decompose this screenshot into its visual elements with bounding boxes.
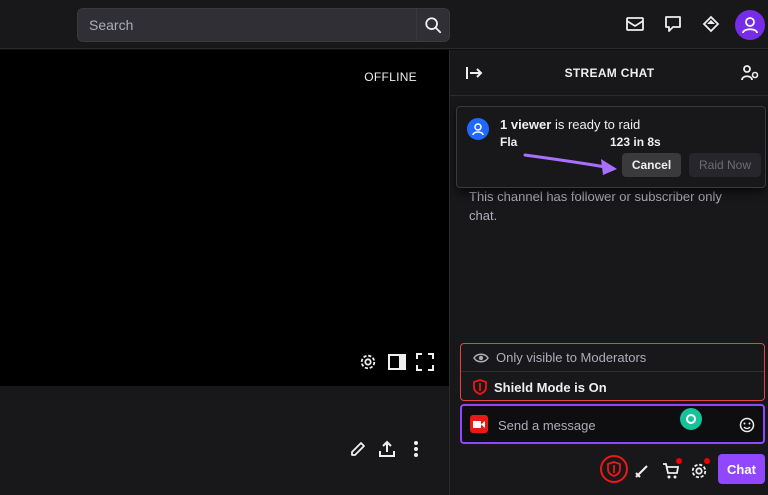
user-avatar-icon: [742, 17, 758, 34]
shield-icon: [473, 379, 487, 395]
prime-loot-button[interactable]: [701, 14, 721, 34]
chat-input-box: [460, 404, 765, 444]
chat-settings-button[interactable]: [688, 458, 710, 482]
edit-button[interactable]: [347, 438, 369, 460]
shield-mode-text: Shield Mode is On: [494, 379, 607, 395]
chat-message-input[interactable]: [498, 414, 698, 436]
chat-send-button[interactable]: Chat: [718, 454, 765, 484]
chat-title: STREAM CHAT: [564, 66, 655, 80]
raid-message-text: is ready to raid: [551, 117, 641, 132]
community-icon: [741, 65, 759, 81]
chat-mode-notice: This channel has follower or subscriber …: [469, 189, 722, 223]
inbox-button[interactable]: [625, 14, 645, 34]
search-icon: [425, 17, 442, 34]
grammarly-icon[interactable]: [680, 408, 702, 430]
cart-icon: [663, 463, 680, 479]
channel-info-bar: [0, 386, 449, 495]
theatre-mode-icon: [388, 354, 406, 370]
settings-icon: [360, 354, 376, 370]
settings-icon: [691, 463, 707, 479]
shield-mode-button[interactable]: [600, 455, 628, 483]
search-input[interactable]: [77, 8, 416, 42]
chat-header: STREAM CHAT: [450, 50, 768, 96]
video-player[interactable]: OFFLINE: [0, 50, 449, 386]
eye-icon: [473, 353, 489, 362]
user-icon: [472, 123, 484, 136]
theatre-mode-button[interactable]: [387, 352, 407, 372]
raid-avatar: [467, 118, 489, 140]
raid-viewer-count: 1 viewer: [500, 117, 552, 132]
emote-picker-button[interactable]: [738, 416, 756, 434]
player-settings-button[interactable]: [358, 352, 378, 372]
more-options-button[interactable]: [405, 438, 427, 460]
prime-loot-icon: [702, 15, 720, 33]
share-button[interactable]: [376, 438, 398, 460]
raid-message: 1 viewer is ready to raid: [500, 117, 640, 132]
shield-icon: [607, 461, 621, 477]
whispers-button[interactable]: [663, 14, 683, 34]
offline-status: OFFLINE: [364, 70, 417, 84]
sword-icon: [635, 465, 648, 478]
notification-dot: [704, 458, 710, 464]
share-icon: [379, 440, 395, 457]
inbox-icon: [626, 17, 644, 31]
user-avatar-button[interactable]: [735, 10, 765, 40]
bits-button[interactable]: [660, 458, 682, 482]
annotation-arrow-icon: [523, 153, 617, 175]
raid-target-name: Fla: [500, 135, 518, 149]
edit-icon: [351, 442, 365, 456]
top-nav-bar: [0, 0, 768, 49]
notification-dot: [676, 458, 682, 464]
community-button[interactable]: [740, 63, 760, 83]
shield-mode-row: Shield Mode is On: [461, 373, 764, 401]
moderator-notice: Only visible to Moderators Shield Mode i…: [460, 343, 765, 401]
mod-visibility-row: Only visible to Moderators: [461, 344, 764, 372]
camera-icon: [470, 415, 488, 433]
fullscreen-icon: [416, 353, 434, 371]
search-bar: [77, 8, 450, 42]
search-button[interactable]: [416, 8, 450, 42]
chat-panel: STREAM CHAT This channel has follower or…: [449, 50, 768, 495]
smiley-icon: [739, 417, 755, 433]
mod-visibility-text: Only visible to Moderators: [496, 350, 647, 365]
mod-tools-button[interactable]: [631, 460, 653, 482]
raid-now-button[interactable]: Raid Now: [689, 153, 761, 177]
more-vertical-icon: [414, 441, 418, 457]
cancel-raid-button[interactable]: Cancel: [622, 153, 681, 177]
fullscreen-button[interactable]: [415, 352, 435, 372]
whispers-icon: [665, 16, 681, 32]
